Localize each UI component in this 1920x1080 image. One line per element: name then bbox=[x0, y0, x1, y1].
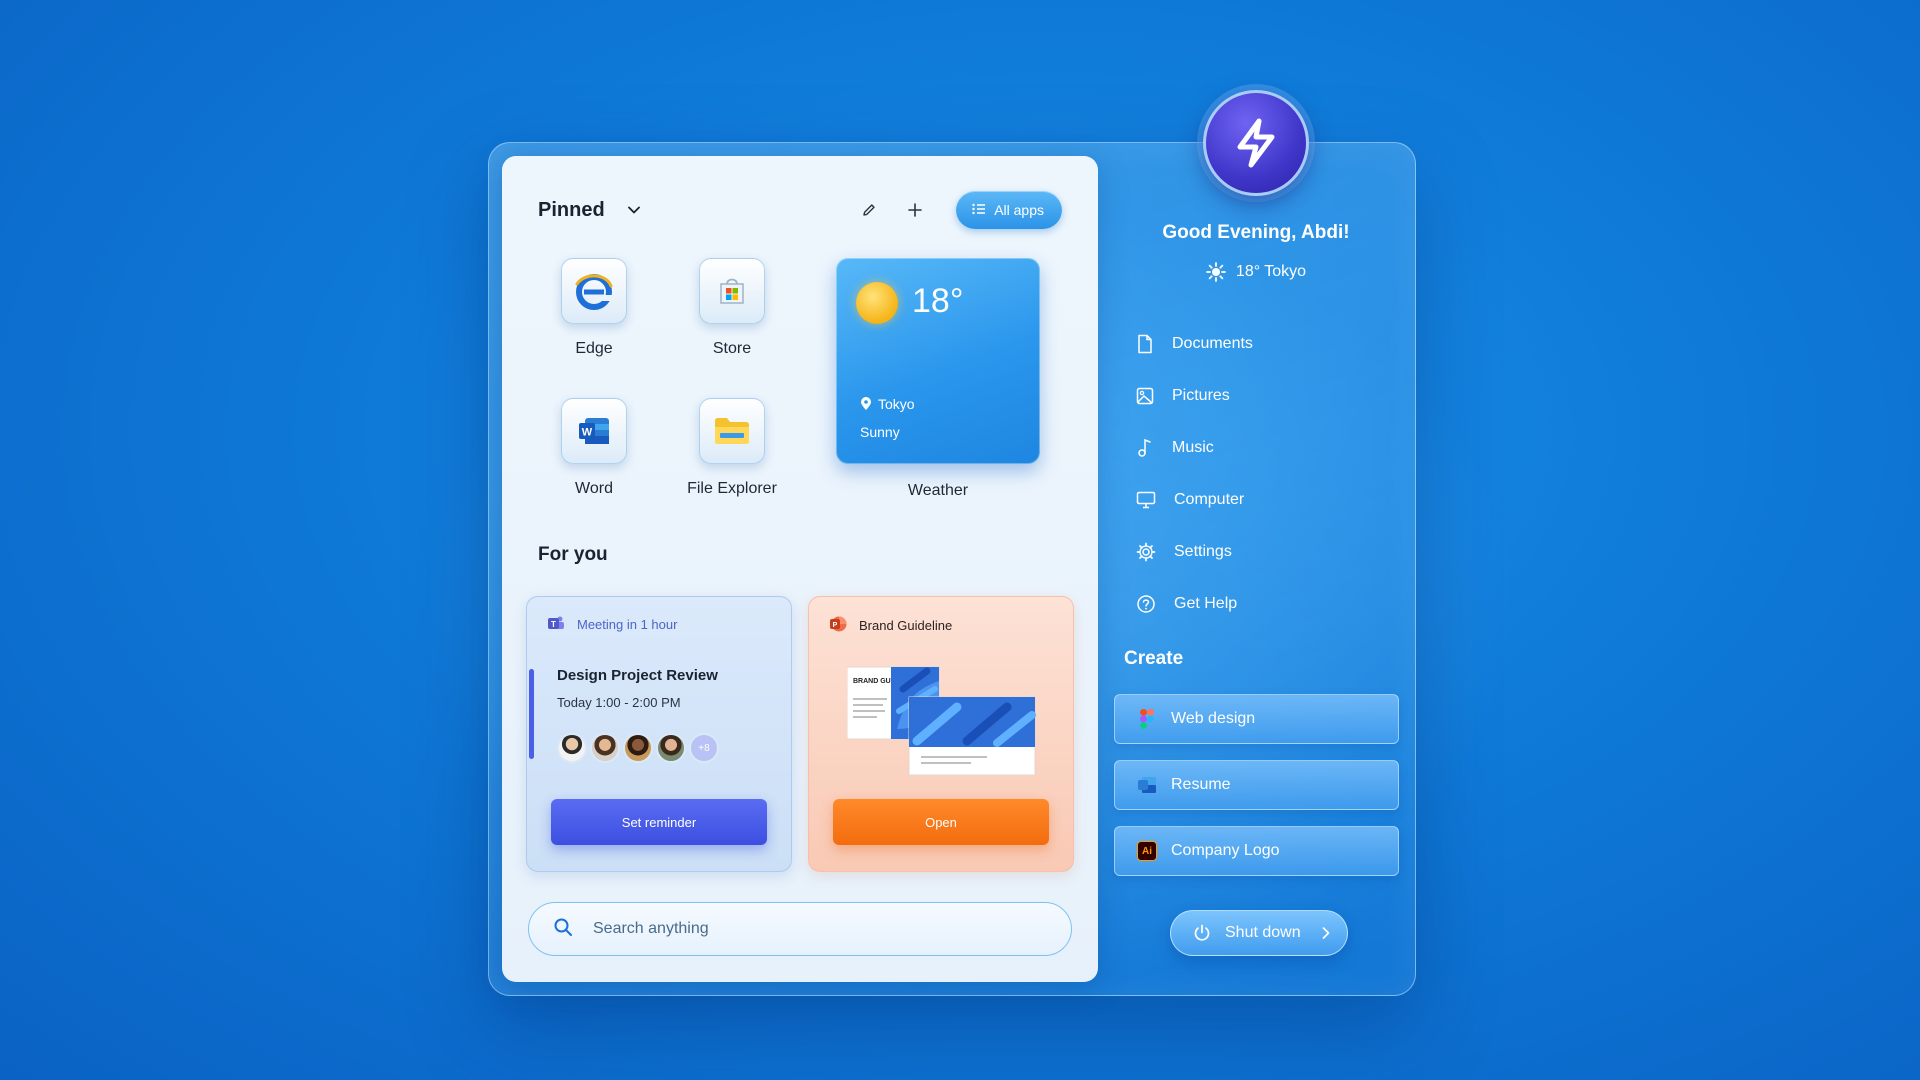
meeting-accent-bar bbox=[529, 669, 534, 759]
create-item-label: Resume bbox=[1171, 776, 1231, 793]
set-reminder-button[interactable]: Set reminder bbox=[551, 799, 767, 845]
app-tile-word[interactable]: W Word bbox=[534, 398, 654, 498]
app-label: File Explorer bbox=[687, 480, 777, 497]
bolt-logo-icon bbox=[1237, 118, 1275, 168]
user-logo-avatar[interactable] bbox=[1203, 90, 1309, 196]
search-bar[interactable]: Search anything bbox=[528, 902, 1072, 956]
more-attendees-badge: +8 bbox=[689, 733, 719, 763]
shut-down-label: Shut down bbox=[1225, 924, 1301, 941]
help-icon bbox=[1137, 595, 1155, 613]
quick-links: Documents Pictures Music Computer Settin… bbox=[1134, 318, 1384, 630]
location-pin-icon bbox=[861, 397, 871, 410]
create-resume-button[interactable]: Resume bbox=[1114, 760, 1399, 810]
nav-label: Documents bbox=[1172, 335, 1253, 352]
music-icon bbox=[1138, 438, 1151, 457]
avatar bbox=[623, 733, 653, 763]
create-title: Create bbox=[1124, 648, 1184, 669]
greeting-text: Good Evening, Abdi! bbox=[1162, 222, 1350, 243]
weather-location: Tokyo bbox=[860, 396, 915, 412]
chevron-right-icon bbox=[1322, 927, 1329, 939]
teams-icon: T bbox=[547, 615, 565, 634]
weather-city: Tokyo bbox=[878, 396, 915, 412]
word-icon: W bbox=[561, 398, 627, 464]
app-tile-edge[interactable]: Edge bbox=[534, 258, 654, 358]
nav-label: Pictures bbox=[1172, 387, 1230, 404]
create-item-label: Company Logo bbox=[1171, 842, 1280, 859]
weather-temperature: 18° bbox=[912, 282, 964, 320]
avatar bbox=[656, 733, 686, 763]
add-icon[interactable] bbox=[904, 199, 926, 221]
avatar bbox=[590, 733, 620, 763]
brand-card-header: P Brand Guideline bbox=[829, 615, 952, 636]
picture-icon bbox=[1136, 387, 1154, 405]
nav-item-get-help[interactable]: Get Help bbox=[1134, 578, 1384, 630]
create-web-design-button[interactable]: Web design bbox=[1114, 694, 1399, 744]
search-icon bbox=[553, 917, 573, 942]
meeting-time: Today 1:00 - 2:00 PM bbox=[557, 695, 681, 710]
pinned-title: Pinned bbox=[538, 198, 605, 221]
svg-text:P: P bbox=[833, 622, 838, 629]
pinned-tools: All apps bbox=[858, 191, 1062, 229]
brand-guideline-card[interactable]: P Brand Guideline BRAND GUIDELINE Open bbox=[808, 596, 1074, 872]
store-icon bbox=[699, 258, 765, 324]
brand-card-title: Brand Guideline bbox=[859, 618, 953, 633]
folder-icon bbox=[699, 398, 765, 464]
weather-widget[interactable]: 18° Tokyo Sunny bbox=[836, 258, 1040, 464]
figma-icon bbox=[1137, 709, 1157, 729]
nav-item-pictures[interactable]: Pictures bbox=[1134, 370, 1384, 422]
all-apps-label: All apps bbox=[994, 202, 1044, 218]
app-label: Store bbox=[712, 340, 752, 357]
attendee-avatars[interactable]: +8 bbox=[557, 733, 722, 763]
meeting-title: Design Project Review bbox=[557, 667, 718, 684]
edge-icon bbox=[561, 258, 627, 324]
greeting-weather-text: 18° Tokyo bbox=[1235, 263, 1307, 280]
nav-label: Settings bbox=[1174, 543, 1232, 560]
open-button[interactable]: Open bbox=[833, 799, 1049, 845]
chevron-down-icon[interactable] bbox=[627, 203, 641, 217]
list-icon bbox=[972, 202, 986, 218]
powerpoint-icon: P bbox=[829, 615, 847, 636]
start-menu-left-panel: Pinned All apps Edge Store W Word File E… bbox=[502, 156, 1098, 982]
document-icon bbox=[1138, 334, 1152, 354]
edit-pencil-icon[interactable] bbox=[858, 199, 880, 221]
power-icon bbox=[1194, 924, 1210, 941]
nav-label: Music bbox=[1172, 439, 1214, 456]
shut-down-button[interactable]: Shut down bbox=[1170, 910, 1348, 956]
nav-label: Computer bbox=[1174, 491, 1245, 508]
for-you-title: For you bbox=[538, 544, 608, 565]
create-item-label: Web design bbox=[1171, 710, 1256, 727]
avatar bbox=[557, 733, 587, 763]
weather-condition: Sunny bbox=[860, 424, 900, 440]
app-tile-store[interactable]: Store bbox=[672, 258, 792, 358]
nav-item-settings[interactable]: Settings bbox=[1134, 526, 1384, 578]
create-company-logo-button[interactable]: Ai Company Logo bbox=[1114, 826, 1399, 876]
sun-icon bbox=[856, 282, 898, 324]
app-label: Word bbox=[575, 480, 613, 497]
greeting-weather: 18° Tokyo bbox=[1130, 262, 1382, 282]
search-input[interactable]: Search anything bbox=[593, 920, 709, 938]
svg-text:W: W bbox=[582, 427, 593, 439]
meeting-card-header: T Meeting in 1 hour bbox=[547, 615, 677, 634]
svg-text:T: T bbox=[551, 620, 556, 629]
word-icon bbox=[1137, 775, 1157, 795]
meeting-badge: Meeting in 1 hour bbox=[577, 617, 678, 632]
app-label: Edge bbox=[575, 340, 613, 357]
app-tile-file-explorer[interactable]: File Explorer bbox=[672, 398, 792, 498]
sun-icon bbox=[1206, 262, 1226, 282]
monitor-icon bbox=[1136, 491, 1156, 509]
nav-item-documents[interactable]: Documents bbox=[1134, 318, 1384, 370]
meeting-card[interactable]: T Meeting in 1 hour Design Project Revie… bbox=[526, 596, 792, 872]
all-apps-button[interactable]: All apps bbox=[956, 191, 1062, 229]
nav-item-computer[interactable]: Computer bbox=[1134, 474, 1384, 526]
document-preview: BRAND GUIDELINE bbox=[846, 659, 1037, 779]
weather-label: Weather bbox=[907, 482, 969, 499]
gear-icon bbox=[1136, 542, 1156, 562]
illustrator-icon: Ai bbox=[1137, 841, 1157, 861]
nav-label: Get Help bbox=[1174, 595, 1238, 612]
pinned-header: Pinned All apps bbox=[538, 190, 1062, 230]
nav-item-music[interactable]: Music bbox=[1134, 422, 1384, 474]
